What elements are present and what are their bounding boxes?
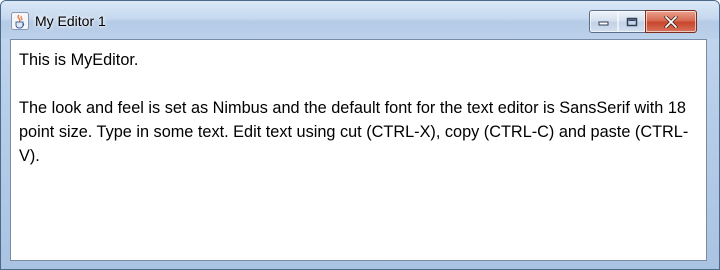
minimize-button[interactable] — [589, 10, 619, 33]
maximize-icon — [626, 17, 637, 26]
close-button[interactable] — [645, 10, 697, 33]
title-bar[interactable]: My Editor 1 — [1, 1, 719, 39]
java-cup-icon[interactable] — [11, 12, 29, 30]
minimize-icon — [598, 21, 609, 25]
maximize-button[interactable] — [618, 10, 646, 33]
app-window: My Editor 1 This is MyEditor. The look a… — [0, 0, 720, 270]
close-icon — [664, 15, 678, 28]
editor-paragraph: The look and feel is set as Nimbus and t… — [19, 99, 689, 165]
editor-content[interactable]: This is MyEditor. The look and feel is s… — [19, 48, 698, 168]
window-title: My Editor 1 — [35, 13, 106, 29]
editor-line-intro: This is MyEditor. — [19, 51, 139, 69]
text-editor-area[interactable]: This is MyEditor. The look and feel is s… — [10, 39, 707, 261]
